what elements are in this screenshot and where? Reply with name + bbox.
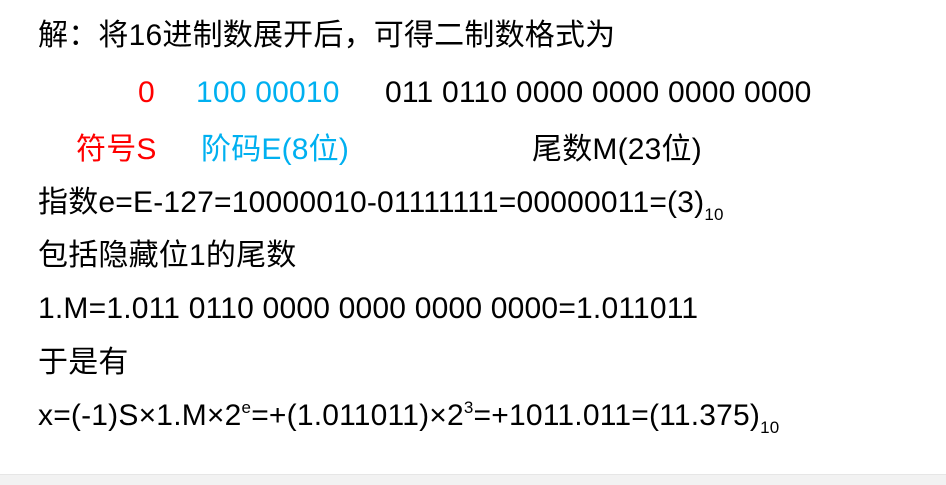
mantissa-bits: 011 0110 0000 0000 0000 0000 bbox=[385, 76, 812, 109]
final-result-line: x=(-1)S×1.M×2e=+(1.011011)×23=+1011.011=… bbox=[38, 398, 780, 437]
mantissa-label: 尾数M(23位) bbox=[532, 133, 702, 166]
therefore-line: 于是有 bbox=[38, 346, 129, 379]
final-part1: x=(-1)S×1.M×2 bbox=[38, 399, 242, 432]
sign-label: 符号S bbox=[76, 133, 157, 166]
exponent-label: 阶码E(8位) bbox=[201, 133, 350, 166]
exponent-calc-text: 指数e=E-127=10000010-01111111=00000011=(3) bbox=[38, 186, 705, 219]
sign-bit: 0 bbox=[138, 76, 155, 109]
bottom-bar bbox=[0, 474, 946, 485]
exponent-calculation: 指数e=E-127=10000010-01111111=00000011=(3)… bbox=[38, 185, 724, 224]
final-part2: =+(1.011011)×2 bbox=[251, 399, 464, 432]
intro-line: 解：将16进制数展开后，可得二制数格式为 bbox=[38, 19, 616, 52]
final-exp-e: e bbox=[241, 398, 252, 417]
exponent-bits: 100 00010 bbox=[196, 76, 340, 109]
hidden-bit-line: 包括隐藏位1的尾数 bbox=[38, 239, 297, 272]
final-exp-3: 3 bbox=[463, 398, 474, 417]
mantissa-value-line: 1.M=1.011 0110 0000 0000 0000 0000=1.011… bbox=[38, 292, 699, 325]
final-base: 10 bbox=[760, 418, 780, 437]
exponent-calc-base: 10 bbox=[704, 205, 724, 224]
solution-slide: 解：将16进制数展开后，可得二制数格式为 0 100 00010 011 011… bbox=[0, 0, 946, 470]
final-part3: =+1011.011=(11.375) bbox=[473, 399, 761, 432]
